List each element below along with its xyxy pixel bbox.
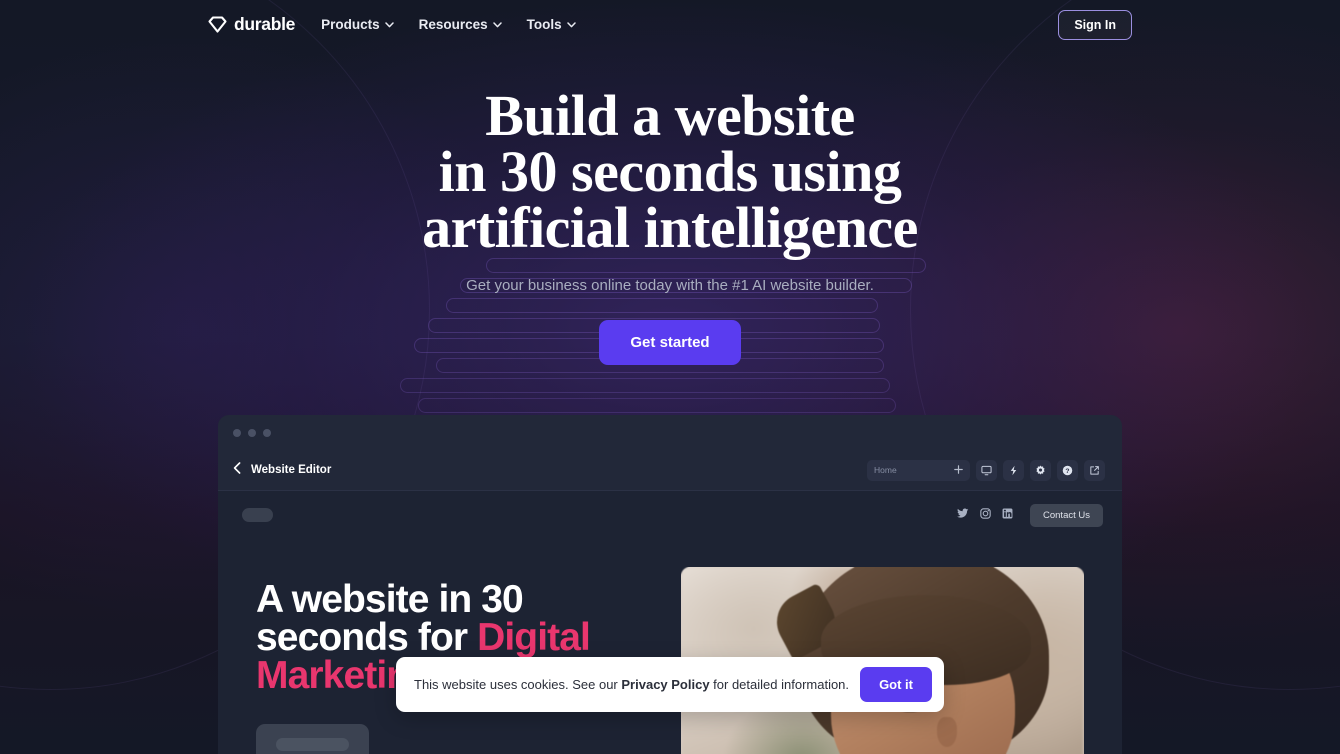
cookie-text-after: for detailed information. [709,677,850,692]
editor-title: Website Editor [251,464,332,476]
sign-in-button[interactable]: Sign In [1058,9,1132,40]
instagram-icon[interactable] [980,506,991,524]
page-selector-value: Home [874,465,897,475]
chevron-down-icon [566,21,576,28]
help-circle-icon[interactable]: ? [1057,459,1078,481]
nav-item-resources[interactable]: Resources [419,17,502,32]
decorative-line [418,398,896,413]
window-dot[interactable] [233,429,241,437]
diamond-gem-icon [208,16,227,33]
gear-icon[interactable] [1030,459,1051,481]
cookie-banner: This website uses cookies. See our Priva… [396,657,944,712]
top-navbar: durable Products Resources Tools Sign In [0,0,1340,49]
skeleton-button[interactable] [256,724,369,754]
nav-item-tools[interactable]: Tools [527,17,576,32]
privacy-policy-link[interactable]: Privacy Policy [621,677,709,692]
headline-line-3: artificial intelligence [422,195,918,260]
editor-tool-group: Home ? [867,459,1105,481]
linkedin-icon[interactable] [1002,506,1013,524]
hero-subheadline: Get your business online today with the … [466,277,874,294]
window-dot[interactable] [248,429,256,437]
get-started-button[interactable]: Get started [599,320,741,365]
page-root: durable Products Resources Tools Sign In B… [0,0,1340,754]
headline-line-2: in 30 seconds using [438,139,902,204]
chevron-left-icon [233,461,241,479]
svg-text:?: ? [1065,468,1069,475]
desktop-preview-icon[interactable] [976,459,997,481]
cookie-banner-text: This website uses cookies. See our Priva… [414,677,860,692]
site-preview-body: A website in 30 seconds for Digital Mark… [218,539,1122,754]
skeleton-logo [242,508,273,522]
chevron-down-icon [384,21,394,28]
social-links [957,506,1013,524]
chevron-down-icon [492,21,502,28]
plus-icon[interactable] [954,461,963,479]
got-it-button[interactable]: Got it [860,667,932,702]
site-preview: Contact Us A website in 30 seconds for D… [218,491,1122,754]
nav-links: Products Resources Tools [321,17,576,32]
skeleton-button-bar [276,737,349,751]
twitter-icon[interactable] [957,506,969,524]
nav-item-label: Tools [526,17,562,32]
brand-logo[interactable]: durable [208,14,295,35]
external-link-icon[interactable] [1084,459,1105,481]
editor-toolbar: Website Editor Home ? [218,450,1122,490]
cookie-text-before: This website uses cookies. See our [414,677,622,692]
site-preview-navbar: Contact Us [218,491,1122,539]
editor-back-group[interactable]: Website Editor [233,461,331,479]
window-controls [218,415,1122,437]
nav-item-label: Resources [418,17,488,32]
page-selector[interactable]: Home [867,459,970,481]
nav-item-products[interactable]: Products [321,17,394,32]
headline-line-1: Build a website [485,83,855,148]
contact-us-button[interactable]: Contact Us [1030,503,1103,527]
page-title: Build a website in 30 seconds using arti… [0,83,1340,260]
decorative-line [400,378,890,393]
lightning-bolt-icon[interactable] [1003,459,1024,481]
hero-section: Build a website in 30 seconds using arti… [0,83,1340,365]
brand-name: durable [234,14,296,34]
nav-item-label: Products [321,17,380,32]
window-dot[interactable] [263,429,271,437]
